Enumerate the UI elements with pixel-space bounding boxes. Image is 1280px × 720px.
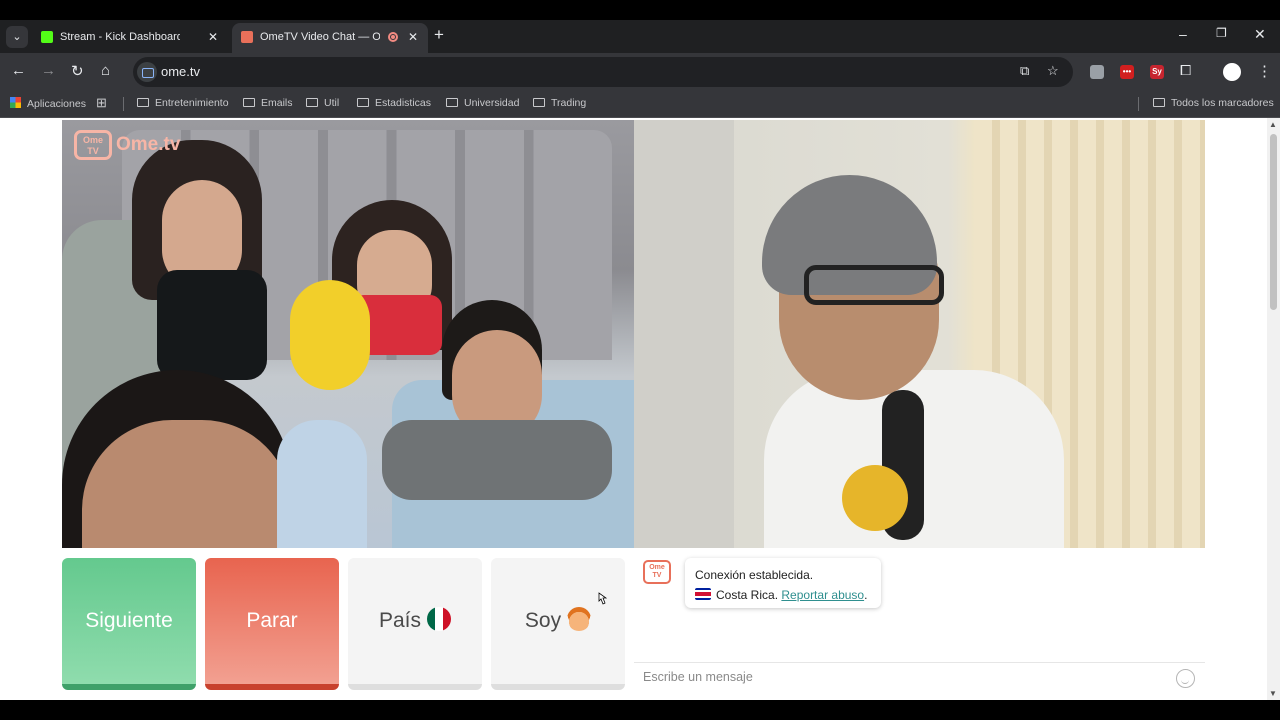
close-window-icon[interactable]: ✕ [1254,26,1266,43]
apps-grid-icon [10,97,21,108]
door [634,120,734,548]
sunflower-decoration [842,465,908,531]
bookmark-estadisticas[interactable]: Estadisticas [357,97,431,109]
bookmark-separator [123,97,124,111]
folder-icon [533,98,545,107]
tab-title: OmeTV Video Chat — Ome [260,31,380,43]
connection-message: Conexión establecida. [695,568,814,582]
ometv-icon [241,31,253,43]
country-line: Costa Rica. Reportar abuso. [695,585,871,605]
bookmark-label: Estadisticas [375,97,432,109]
tab-kick-dashboard[interactable]: Stream - Kick Dashboard ✕ [32,23,228,53]
gender-label: Soy [524,609,562,632]
kick-icon [41,31,53,43]
bookmark-trading[interactable]: Trading [533,97,586,109]
emoji-smiley-icon[interactable] [1176,669,1195,688]
bookmark-label: Util [324,97,340,109]
extension-icon-3[interactable]: Sy [1150,65,1164,79]
report-abuse-link[interactable]: Reportar abuso [781,588,864,602]
person-top [157,270,267,380]
restore-icon[interactable]: ❐ [1216,26,1227,40]
reload-icon[interactable]: ↻ [71,62,84,80]
tab-search-chevron-icon[interactable]: ⌄ [6,26,28,48]
mouse-pointer-icon [598,592,607,605]
folder-icon [446,98,458,107]
recording-icon [388,32,398,42]
bookmark-star-icon[interactable]: ☆ [1047,63,1059,79]
plush-toy [290,280,370,390]
screen-bottom-edge [0,700,1280,720]
costa-rica-flag-icon [695,588,711,600]
bookmark-label: Universidad [464,97,520,109]
stop-button[interactable]: Parar [205,558,339,690]
address-bar[interactable]: ome.tv ⧉ ☆ [133,57,1073,87]
minimize-icon[interactable]: – [1179,26,1187,42]
scroll-up-icon[interactable]: ▲ [1269,120,1277,129]
mexico-flag-icon [427,607,452,631]
glasses [804,265,944,305]
stranger-video: Ome TV Ome.tv [62,120,634,548]
browser-toolbar: ← → ↻ ⌂ ome.tv ⧉ ☆ ••• Sy ⧠ ⋮ [0,53,1280,91]
tab-strip: ⌄ Stream - Kick Dashboard ✕ OmeTV Video … [0,20,1280,53]
menu-dots-icon[interactable]: ⋮ [1257,62,1272,80]
bookmark-universidad[interactable]: Universidad [446,97,519,109]
ometv-logo-icon: Ome TV [74,130,112,160]
screen-top-edge [0,0,1280,20]
bookmark-label: Entretenimiento [155,97,229,109]
folder-icon [243,98,255,107]
extension-icon-2[interactable]: ••• [1120,65,1134,79]
page-viewport: Ome TV Ome.tv Siguiente Parar País Soy O… [0,118,1280,700]
folder-icon [1153,98,1165,107]
bookmark-apps[interactable]: Aplicaciones [10,97,86,110]
ometv-chat-avatar-icon: Ome TV [643,560,671,584]
ometv-logo-text: Ome.tv [116,134,181,155]
bookmarks-bar: Aplicaciones ⊞ Entretenimiento Emails Ut… [0,91,1280,118]
bookmark-separator [1138,97,1139,111]
country-button[interactable]: País [348,558,482,690]
tab-groups-icon[interactable]: ⊞ [96,95,107,111]
tab-title: Stream - Kick Dashboard [60,31,180,43]
bookmark-util[interactable]: Util [306,97,339,109]
self-video [634,120,1205,548]
folder-icon [306,98,318,107]
back-arrow-icon[interactable]: ← [11,62,26,79]
country-label: País [378,609,422,632]
tab-ometv[interactable]: OmeTV Video Chat — Ome ✕ [232,23,428,53]
message-input[interactable] [643,670,1143,684]
pillow [277,420,367,548]
message-input-bar [634,662,1205,692]
site-camera-icon[interactable] [137,62,157,82]
bookmark-label: Emails [261,97,293,109]
partner-country: Costa Rica. [716,588,779,602]
boy-emoji-icon [567,607,592,631]
scroll-down-icon[interactable]: ▼ [1269,689,1277,698]
folder-icon [137,98,149,107]
forward-arrow-icon[interactable]: → [41,62,56,79]
system-message: Conexión establecida. Costa Rica. Report… [685,558,881,608]
install-app-icon[interactable]: ⧉ [1020,63,1029,79]
bookmark-label: Trading [551,97,587,109]
chat-panel: Ome TV Conexión establecida. Costa Rica.… [634,550,1205,692]
extension-icon-1[interactable] [1090,65,1104,79]
next-button[interactable]: Siguiente [62,558,196,690]
bookmark-entretenimiento[interactable]: Entretenimiento [137,97,229,109]
all-bookmarks[interactable]: Todos los marcadores [1153,97,1274,109]
folder-icon [357,98,369,107]
extensions-puzzle-icon[interactable]: ⧠ [1180,62,1191,79]
close-tab-icon[interactable]: ✕ [408,23,418,51]
gender-button[interactable]: Soy [491,558,625,690]
person-shirt [382,420,612,500]
bookmark-label: Aplicaciones [27,98,86,110]
bookmark-emails[interactable]: Emails [243,97,293,109]
page-scrollbar[interactable]: ▲ ▼ [1267,118,1280,700]
scrollbar-thumb[interactable] [1270,134,1277,310]
profile-avatar[interactable] [1223,63,1241,81]
new-tab-plus-icon[interactable]: + [434,25,444,45]
home-icon[interactable]: ⌂ [101,62,110,79]
url-text[interactable]: ome.tv [161,64,200,79]
bookmark-label: Todos los marcadores [1171,97,1274,109]
ometv-logo: Ome TV Ome.tv [74,128,194,160]
close-tab-icon[interactable]: ✕ [208,23,218,51]
